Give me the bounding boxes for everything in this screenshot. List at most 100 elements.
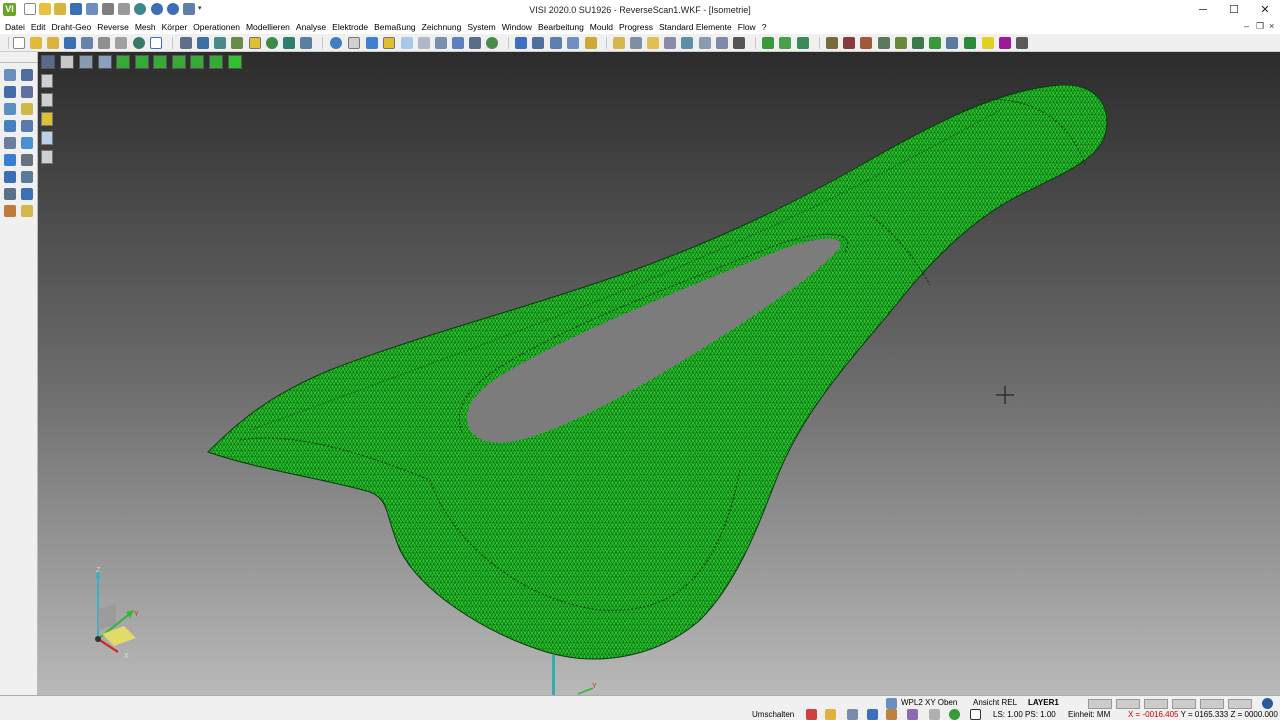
quick-access-dropdown-icon[interactable]: ▾ bbox=[198, 4, 202, 12]
menu-standard-elemente[interactable]: Standard Elemente bbox=[656, 22, 735, 32]
menu-edit[interactable]: Edit bbox=[28, 22, 49, 32]
grid-snap-icon[interactable] bbox=[825, 709, 836, 720]
drawing-tool-2-icon[interactable] bbox=[21, 69, 33, 81]
window-icon[interactable] bbox=[150, 37, 162, 49]
print-icon[interactable] bbox=[118, 3, 130, 15]
grid-toggle-icon[interactable] bbox=[970, 709, 981, 720]
grid-icon[interactable] bbox=[469, 37, 481, 49]
status-slot-3[interactable] bbox=[1144, 699, 1168, 709]
print-icon[interactable] bbox=[115, 37, 127, 49]
mesh-tool-2-icon[interactable] bbox=[779, 37, 791, 49]
rectangle-tool-icon[interactable] bbox=[4, 86, 16, 98]
app-icon[interactable]: VI bbox=[3, 3, 16, 16]
query-tool-icon[interactable] bbox=[4, 171, 16, 183]
ejector-icon[interactable] bbox=[929, 37, 941, 49]
cylinder-icon[interactable] bbox=[348, 37, 360, 49]
mould-base-icon[interactable] bbox=[946, 37, 958, 49]
info-icon[interactable] bbox=[585, 37, 597, 49]
wireframe-mode-icon[interactable] bbox=[418, 37, 430, 49]
calculator-icon[interactable] bbox=[929, 709, 940, 720]
mdi-minimize-button[interactable]: – bbox=[1244, 21, 1249, 31]
menu-mould[interactable]: Mould bbox=[587, 22, 616, 32]
save-as-icon[interactable] bbox=[86, 3, 98, 15]
distance-icon[interactable] bbox=[550, 37, 562, 49]
print-preview-icon[interactable] bbox=[102, 3, 114, 15]
network-icon[interactable] bbox=[1262, 698, 1273, 709]
transparent-mode-icon[interactable] bbox=[401, 37, 413, 49]
select-icon[interactable] bbox=[681, 37, 693, 49]
status-workplane[interactable]: WPL2 XY Oben bbox=[901, 698, 957, 707]
status-help-icon[interactable] bbox=[867, 709, 878, 720]
status-slot-4[interactable] bbox=[1172, 699, 1196, 709]
menu-system[interactable]: System bbox=[464, 22, 498, 32]
menu-bemassung[interactable]: Bemaßung bbox=[371, 22, 419, 32]
status-slot-2[interactable] bbox=[1116, 699, 1140, 709]
snap-icon[interactable] bbox=[806, 709, 817, 720]
3d-viewport[interactable]: Z Y X Y bbox=[38, 52, 1280, 695]
lasso-icon[interactable] bbox=[699, 37, 711, 49]
mdi-close-button[interactable]: × bbox=[1269, 21, 1274, 31]
import-tool-icon[interactable] bbox=[4, 205, 16, 217]
save-icon[interactable] bbox=[64, 37, 76, 49]
properties-icon[interactable] bbox=[613, 37, 625, 49]
drawing-tool-1-icon[interactable] bbox=[4, 69, 16, 81]
dimension-tool-icon[interactable] bbox=[21, 171, 33, 183]
menu-elektrode[interactable]: Elektrode bbox=[329, 22, 371, 32]
menu-modellieren[interactable]: Modellieren bbox=[243, 22, 293, 32]
open-folder-icon[interactable] bbox=[54, 3, 66, 15]
menu-progress[interactable]: Progress bbox=[616, 22, 656, 32]
mdi-restore-button[interactable]: ❐ bbox=[1256, 21, 1264, 32]
orbit-icon[interactable] bbox=[283, 37, 295, 49]
minimize-button[interactable]: ─ bbox=[1187, 0, 1219, 20]
flow-icon[interactable] bbox=[999, 37, 1011, 49]
tools-icon[interactable] bbox=[886, 709, 897, 720]
sweep-tool-icon[interactable] bbox=[21, 137, 33, 149]
menu-draht-geo[interactable]: Draht-Geo bbox=[49, 22, 95, 32]
menu-reverse[interactable]: Reverse bbox=[94, 22, 132, 32]
status-slot-5[interactable] bbox=[1200, 699, 1224, 709]
electrode-icon[interactable] bbox=[826, 37, 838, 49]
undo-tool-icon[interactable] bbox=[21, 188, 33, 200]
surface-tool-icon[interactable] bbox=[4, 137, 16, 149]
menu-analyse[interactable]: Analyse bbox=[293, 22, 329, 32]
import-icon[interactable] bbox=[47, 37, 59, 49]
entity-icon[interactable] bbox=[716, 37, 728, 49]
solid-tool-icon[interactable] bbox=[21, 154, 33, 166]
cut-icon[interactable] bbox=[180, 37, 192, 49]
globe-icon[interactable] bbox=[486, 37, 498, 49]
line-tool-icon[interactable] bbox=[21, 86, 33, 98]
cube-icon[interactable] bbox=[907, 709, 918, 720]
folder-tree-icon[interactable] bbox=[647, 37, 659, 49]
menu-zeichnung[interactable]: Zeichnung bbox=[419, 22, 465, 32]
spline-tool-icon[interactable] bbox=[4, 120, 16, 132]
parting-icon[interactable] bbox=[895, 37, 907, 49]
cavity-icon[interactable] bbox=[843, 37, 855, 49]
preview-icon[interactable] bbox=[133, 37, 145, 49]
angle-icon[interactable] bbox=[567, 37, 579, 49]
refresh-icon[interactable] bbox=[330, 37, 342, 49]
attributes-icon[interactable] bbox=[630, 37, 642, 49]
open-icon[interactable] bbox=[30, 37, 42, 49]
shaded-mode-icon[interactable] bbox=[383, 37, 395, 49]
open-file-icon[interactable] bbox=[39, 3, 51, 15]
repeat-icon[interactable] bbox=[183, 3, 195, 15]
group-icon[interactable] bbox=[664, 37, 676, 49]
regen-icon[interactable] bbox=[949, 709, 960, 720]
shading-icon[interactable] bbox=[366, 37, 378, 49]
rotate-view-icon[interactable] bbox=[214, 37, 226, 49]
help-icon[interactable] bbox=[515, 37, 527, 49]
person-icon[interactable] bbox=[878, 37, 890, 49]
mesh-tool-1-icon[interactable] bbox=[762, 37, 774, 49]
slider-icon[interactable] bbox=[982, 37, 994, 49]
copy-icon[interactable] bbox=[197, 37, 209, 49]
new-icon[interactable] bbox=[13, 37, 25, 49]
status-view[interactable]: Ansicht REL bbox=[973, 698, 1017, 707]
maximize-button[interactable]: ☐ bbox=[1218, 0, 1250, 20]
save-icon[interactable] bbox=[70, 3, 82, 15]
mesh-tool-3-icon[interactable] bbox=[797, 37, 809, 49]
settings-gear-icon[interactable] bbox=[1016, 37, 1028, 49]
save-copy-icon[interactable] bbox=[81, 37, 93, 49]
zoom-icon[interactable] bbox=[134, 3, 146, 15]
close-button[interactable]: ✕ bbox=[1249, 0, 1280, 20]
menu-datei[interactable]: Datei bbox=[2, 22, 28, 32]
